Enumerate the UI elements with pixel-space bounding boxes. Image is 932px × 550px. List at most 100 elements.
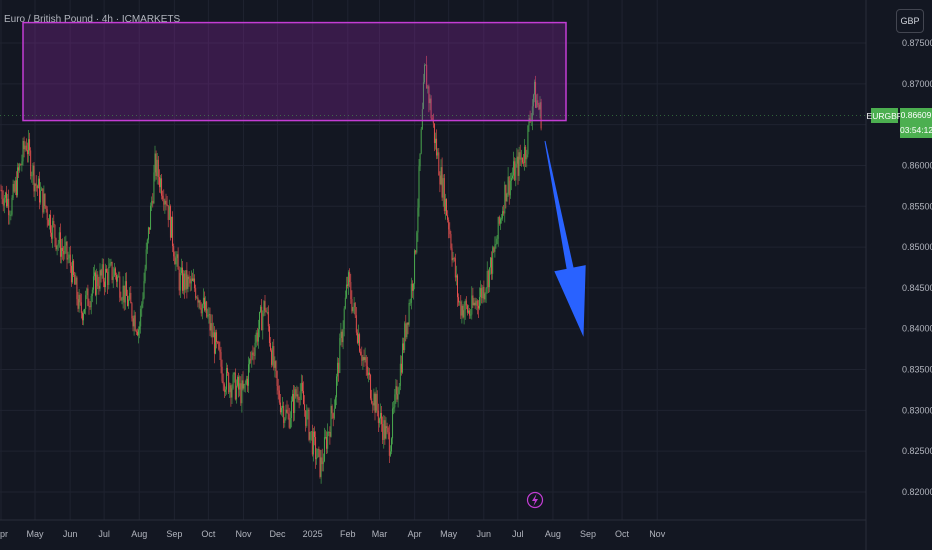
- candle-body: [477, 305, 479, 309]
- forecast-arrow-shape[interactable]: [544, 140, 586, 337]
- candle-body: [304, 404, 306, 411]
- candle-body: [64, 245, 66, 255]
- candle-body: [404, 323, 406, 351]
- candle-body: [46, 209, 48, 220]
- candle-body: [362, 357, 364, 361]
- candle-body: [487, 271, 489, 288]
- candle-body: [259, 311, 260, 330]
- candle-body: [373, 393, 375, 406]
- candle-body: [102, 264, 104, 282]
- candle-body: [34, 183, 36, 192]
- candle-body: [465, 300, 467, 306]
- candle-body: [76, 277, 78, 300]
- candle-body: [198, 300, 200, 303]
- candle-body: [179, 273, 181, 291]
- candle-body: [473, 302, 475, 306]
- candle-body: [506, 193, 508, 202]
- candle-body: [281, 407, 282, 413]
- resistance-zone-box[interactable]: [22, 21, 567, 122]
- candle-body: [270, 343, 271, 351]
- candle-body: [311, 431, 313, 455]
- candle-body: [140, 309, 142, 327]
- candle-body: [398, 385, 400, 394]
- candle-body: [101, 264, 103, 276]
- candle-body: [51, 232, 53, 239]
- candle-body: [316, 457, 318, 460]
- price-chart[interactable]: 0.82000 0.82500 0.83000 0.83500 0.84000 0.845…: [0, 0, 932, 550]
- candle-body: [375, 393, 377, 413]
- candle-body: [84, 309, 86, 314]
- candle-body: [353, 302, 355, 308]
- candle-body: [218, 342, 220, 350]
- candle-body: [118, 276, 120, 278]
- candle-body: [328, 432, 330, 433]
- candle-body: [508, 176, 510, 196]
- candle-body: [285, 409, 287, 419]
- candle-body: [235, 385, 237, 400]
- candle-body: [318, 448, 320, 450]
- candle-body: [472, 295, 474, 306]
- candle-body: [441, 167, 443, 198]
- candle-body: [188, 276, 190, 279]
- candle-body: [408, 303, 410, 325]
- candle-body: [364, 357, 366, 361]
- candle-body: [77, 299, 79, 309]
- candle-body: [39, 178, 40, 203]
- candle-body: [91, 289, 93, 296]
- resistance-zone[interactable]: [22, 21, 567, 122]
- time-axis[interactable]: Apr May Jun Jul Aug Sep Oct Nov Dec 2025 Feb Mar Apr…: [0, 529, 666, 539]
- candle-body: [333, 408, 335, 419]
- time-tick-label: Jul: [512, 529, 524, 539]
- candle-body: [50, 214, 51, 233]
- candle-body: [361, 354, 363, 361]
- candle-body: [133, 315, 135, 327]
- candle-body: [251, 352, 253, 360]
- currency-button[interactable]: GBP: [896, 9, 924, 33]
- candle-body: [26, 150, 28, 155]
- candle-body: [208, 314, 210, 316]
- candle-body: [87, 288, 89, 306]
- candle-body: [340, 331, 342, 339]
- candle-body: [273, 346, 275, 368]
- candle-body: [380, 412, 381, 419]
- candle-body: [303, 391, 304, 405]
- candle-body: [234, 372, 236, 400]
- candle-body: [86, 288, 88, 296]
- candle-body: [374, 393, 376, 413]
- candle-body: [143, 281, 145, 299]
- candle-body: [131, 303, 133, 319]
- lightning-bolt-icon[interactable]: [526, 491, 544, 509]
- candle-body: [267, 311, 269, 327]
- candle-body: [125, 281, 127, 296]
- candle-body: [493, 247, 495, 252]
- candle-body: [260, 306, 262, 312]
- candle-body: [310, 431, 312, 433]
- chart-area[interactable]: 0.82000 0.82500 0.83000 0.83500 0.84000 0.845…: [0, 0, 932, 550]
- candle-body: [24, 145, 26, 150]
- candle-body: [501, 218, 502, 220]
- candle-body: [484, 293, 486, 300]
- price-tick-label: 0.85000: [902, 242, 932, 252]
- candle-body: [166, 204, 168, 206]
- candle-body: [363, 357, 365, 361]
- candle-body: [317, 448, 319, 458]
- candle-body: [348, 272, 350, 286]
- candle-body: [75, 277, 77, 285]
- forecast-arrow[interactable]: [544, 140, 586, 337]
- candle-body: [117, 276, 119, 282]
- candle-body: [527, 125, 529, 155]
- candle-body: [68, 254, 70, 259]
- candle-body: [249, 359, 251, 365]
- candle-body: [81, 312, 83, 321]
- candle-body: [459, 301, 461, 303]
- candle-body: [45, 205, 47, 210]
- candle-body: [98, 285, 100, 289]
- candle-body: [514, 161, 516, 181]
- candle-body: [196, 297, 198, 299]
- candle-body: [520, 157, 522, 160]
- candle-body: [458, 297, 460, 303]
- candle-body: [309, 431, 311, 440]
- candle-body: [355, 315, 357, 333]
- candle-body: [400, 363, 402, 373]
- price-tick-label: 0.84500: [902, 283, 932, 293]
